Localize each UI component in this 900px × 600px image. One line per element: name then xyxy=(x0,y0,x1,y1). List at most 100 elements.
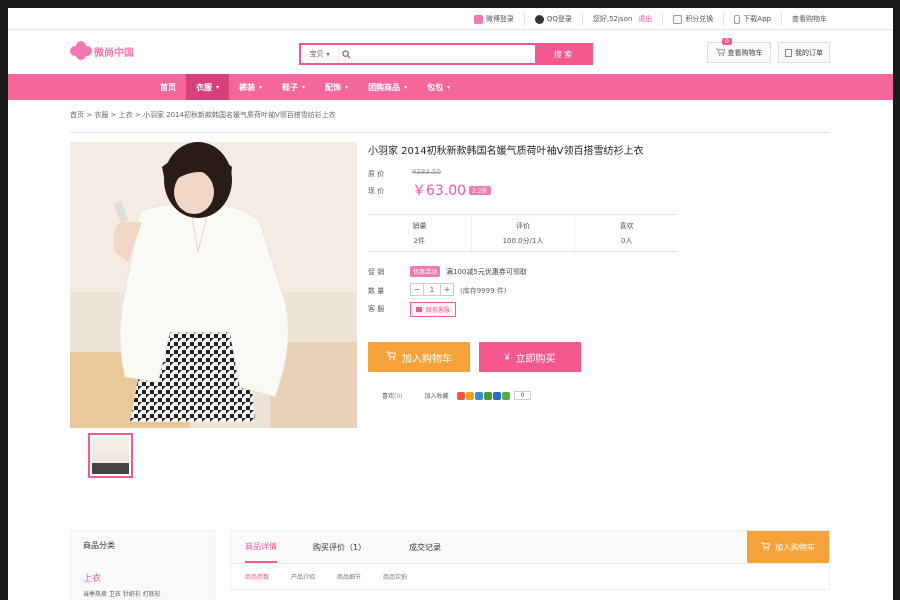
search-input[interactable] xyxy=(353,45,535,63)
download-app-link[interactable]: 下载App xyxy=(723,13,781,25)
category-items[interactable]: 当季热卖 卫衣 针织衫 打底衫 xyxy=(83,589,161,598)
add-favorite-button[interactable]: 加入收藏 xyxy=(425,391,449,400)
top-cart-label: 查看购物车 xyxy=(792,15,827,23)
search-category-select[interactable]: 宝贝 ▾ xyxy=(301,45,339,63)
chevron-down-icon: ▾ xyxy=(404,83,408,91)
stat-label: 销量 xyxy=(412,221,427,230)
points-link[interactable]: 积分兑换 xyxy=(662,13,723,25)
nav-item-label: 包包 xyxy=(427,82,444,92)
nav-item-label: 配饰 xyxy=(325,82,342,92)
tab-product-details[interactable]: 商品详情 xyxy=(245,531,277,563)
tab-add-to-cart-label: 加入购物车 xyxy=(775,542,815,552)
sub-tab[interactable]: 商品细节 xyxy=(337,572,361,581)
search-icon xyxy=(339,45,353,63)
original-price: ¥283.50 xyxy=(412,168,441,176)
sub-tab[interactable]: 商品实拍 xyxy=(383,572,407,581)
quantity-stepper: − 1 + xyxy=(410,283,454,296)
weibo-icon xyxy=(473,14,483,24)
share-qzone-icon[interactable] xyxy=(474,391,483,400)
tab-add-to-cart-button[interactable]: 加入购物车 xyxy=(747,531,829,563)
add-to-cart-button[interactable]: 加入购物车 xyxy=(368,342,470,372)
quantity-increase-button[interactable]: + xyxy=(441,284,453,295)
share-rss-icon[interactable] xyxy=(465,391,474,400)
stat-item: 销量 2件 xyxy=(368,215,471,251)
share-weibo-icon[interactable] xyxy=(456,391,465,400)
download-app-label: 下载App xyxy=(743,15,771,23)
sub-tab[interactable]: 商品参数 xyxy=(245,572,269,581)
service-label: 客 服 xyxy=(368,305,385,313)
nav-item[interactable]: 裤装 ▾ xyxy=(229,74,272,100)
sub-tab[interactable]: 产品介绍 xyxy=(291,572,315,581)
weibo-login-link[interactable]: 微博登录 xyxy=(464,13,524,25)
product-main-image[interactable] xyxy=(70,142,357,428)
nav-item-label: 团购商品 xyxy=(368,82,401,92)
discount-badge: 2.2折 xyxy=(469,186,491,195)
nav-item-label: 首页 xyxy=(160,82,176,92)
header-cart-button[interactable]: 0 查看购物车 xyxy=(707,38,771,63)
nav-item-label: 衣服 xyxy=(196,82,212,92)
nav-item[interactable]: 首页 xyxy=(150,74,186,100)
stat-label: 评价 xyxy=(516,221,530,230)
quantity-decrease-button[interactable]: − xyxy=(411,284,423,295)
top-cart-link[interactable]: 查看购物车 xyxy=(781,13,837,25)
promo-badge: 优惠活动 xyxy=(410,266,441,277)
share-douban-icon[interactable] xyxy=(483,391,492,400)
greeting-text: 您好,52json xyxy=(592,15,633,23)
category-sub-title[interactable]: 上衣 xyxy=(83,571,101,584)
qq-login-label: QQ登录 xyxy=(546,15,572,23)
chevron-down-icon: ▾ xyxy=(302,83,306,91)
detail-tabs: 商品详情 购买评价（1） 成交记录 加入购物车 xyxy=(230,530,830,564)
share-renren-icon[interactable] xyxy=(492,391,501,400)
buy-now-button[interactable]: ¥ 立即购买 xyxy=(479,342,581,372)
tab-reviews[interactable]: 购买评价（1） xyxy=(313,531,366,563)
qq-login-link[interactable]: QQ登录 xyxy=(523,13,582,25)
stat-value: 0人 xyxy=(620,236,633,245)
search-button[interactable]: 搜 索 xyxy=(535,45,591,63)
product-info: 小羽家 2014初秋新款韩国名媛气质荷叶袖V领百搭雪纺衫上衣 原 价 ¥283.… xyxy=(368,142,678,400)
like-button[interactable]: 喜欢(0) xyxy=(382,391,403,400)
quantity-input[interactable]: 1 xyxy=(423,284,441,295)
my-orders-button[interactable]: 我的订单 xyxy=(778,42,830,63)
points-icon xyxy=(673,14,683,24)
share-icons xyxy=(456,391,511,400)
nav-item[interactable]: 团购商品 ▾ xyxy=(358,74,417,100)
nav-item[interactable]: 衣服 ▾ xyxy=(186,74,230,100)
contact-service-label: 联系客服 xyxy=(425,307,450,314)
divider xyxy=(70,132,830,133)
nav-item-label: 裤装 xyxy=(239,82,256,92)
cart-icon xyxy=(715,47,726,58)
contact-service-button[interactable]: 联系客服 xyxy=(410,302,456,317)
chevron-down-icon: ▾ xyxy=(259,83,263,91)
product-photo xyxy=(70,142,357,428)
share-plus-icon[interactable] xyxy=(501,391,510,400)
logout-link[interactable]: 退出 xyxy=(638,14,652,24)
breadcrumb: 首页 > 衣服 > 上衣 > 小羽家 2014初秋新款韩国名媛气质荷叶袖V领百搭… xyxy=(70,111,336,119)
nav-item[interactable]: 包包 ▾ xyxy=(417,74,460,100)
stat-value: 100.0分/1人 xyxy=(502,236,544,245)
current-price: ￥63.00 xyxy=(412,183,467,199)
order-icon xyxy=(785,48,792,57)
site-logo[interactable]: 微尚中国 xyxy=(70,41,134,61)
chevron-down-icon: ▾ xyxy=(447,83,451,91)
original-price-label: 原 价 xyxy=(368,170,385,178)
cart-icon xyxy=(761,542,771,552)
product-title: 小羽家 2014初秋新款韩国名媛气质荷叶袖V领百搭雪纺衫上衣 xyxy=(368,146,644,157)
flower-logo-icon xyxy=(70,41,92,61)
detail-sub-tabs: 商品参数 产品介绍 商品细节 商品实拍 xyxy=(230,564,830,590)
nav-item[interactable]: 配饰 ▾ xyxy=(315,74,358,100)
share-row: 喜欢(0) 加入收藏 0 xyxy=(382,391,532,400)
nav-item[interactable]: 鞋子 ▾ xyxy=(272,74,315,100)
stock-text: (库存9999 件) xyxy=(460,287,507,295)
tab-transactions[interactable]: 成交记录 xyxy=(409,531,441,563)
product-thumbnail[interactable] xyxy=(88,433,133,478)
header-cart-label: 查看购物车 xyxy=(727,48,763,57)
logo-text: 微尚中国 xyxy=(94,47,134,59)
promo-label: 促 销 xyxy=(368,268,385,276)
promo-text: 满100减5元优惠券可领取 xyxy=(446,268,527,276)
current-price-label: 现 价 xyxy=(368,187,385,195)
product-stats: 销量 2件 评价 100.0分/1人 喜欢 0人 xyxy=(368,214,678,252)
cart-count-badge: 0 xyxy=(722,38,732,45)
qq-icon xyxy=(534,14,544,24)
chevron-down-icon: ▾ xyxy=(216,83,220,91)
search-category-label: 宝贝 xyxy=(309,50,324,58)
